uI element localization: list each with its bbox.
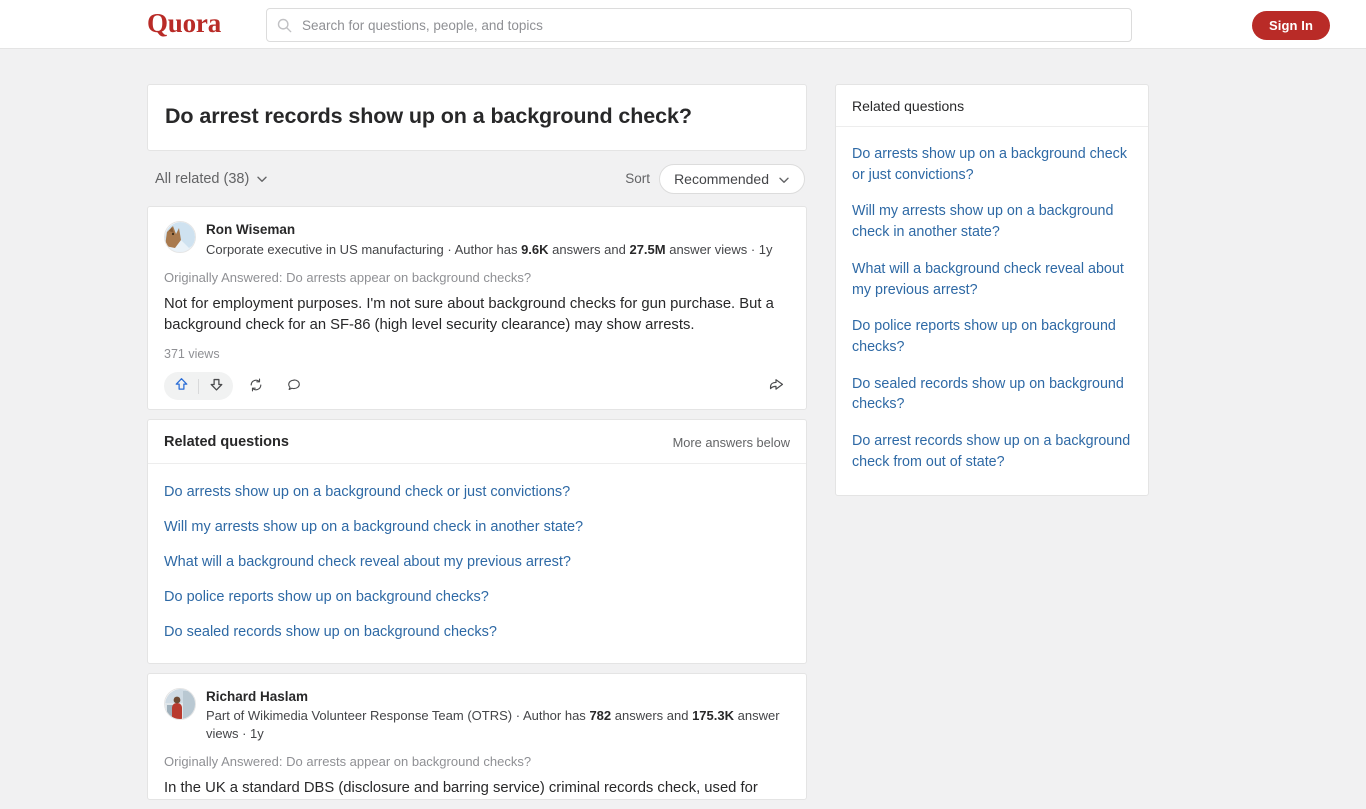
related-question-link[interactable]: Do arrests show up on a background check… — [164, 475, 790, 510]
related-question-link[interactable]: What will a background check reveal abou… — [164, 545, 790, 580]
sidebar-related-question-link[interactable]: Do arrests show up on a background check… — [852, 136, 1132, 193]
author-name[interactable]: Ron Wiseman — [206, 222, 773, 239]
author-row: Ron Wiseman Corporate executive in US ma… — [164, 220, 790, 258]
site-header: Quora Sign In — [0, 0, 1366, 49]
related-question-link[interactable]: Do sealed records show up on background … — [164, 615, 790, 650]
all-related-dropdown[interactable]: All related (38) — [155, 171, 268, 187]
search-input[interactable] — [300, 16, 1121, 34]
sort-label: Sort — [625, 171, 651, 187]
quora-logo[interactable]: Quora — [147, 8, 221, 39]
sidebar-related-question-link[interactable]: Do police reports show up on background … — [852, 308, 1132, 365]
related-questions-card: Related questions More answers below Do … — [147, 419, 807, 664]
avatar[interactable] — [164, 220, 196, 253]
comment-icon — [286, 377, 302, 396]
related-question-link[interactable]: Do police reports show up on background … — [164, 580, 790, 615]
sidebar-related-question-link[interactable]: Will my arrests show up on a background … — [852, 193, 1132, 250]
author-meta: Ron Wiseman Corporate executive in US ma… — [206, 221, 773, 258]
sidebar-related-questions-title: Related questions — [836, 85, 1148, 127]
comment-button[interactable] — [279, 372, 309, 400]
sidebar-related-question-link[interactable]: What will a background check reveal abou… — [852, 251, 1132, 308]
answer-content: Richard Haslam Part of Wikimedia Volunte… — [148, 674, 806, 800]
related-question-link[interactable]: Will my arrests show up on a background … — [164, 510, 790, 545]
avatar[interactable] — [164, 687, 196, 720]
answer-body: Not for employment purposes. I'm not sur… — [164, 296, 774, 334]
sidebar-related-questions-list: Do arrests show up on a background check… — [836, 127, 1148, 495]
vote-pill — [164, 372, 233, 401]
author-credential: Corporate executive in US manufacturing … — [206, 241, 773, 259]
answer-views: 371 views — [164, 347, 220, 362]
sidebar-related-question-link[interactable]: Do arrest records show up on a backgroun… — [852, 423, 1132, 480]
page-title: Do arrest records show up on a backgroun… — [165, 104, 692, 128]
sort-controls: Sort Recommended — [625, 163, 805, 194]
answer-views-count: 27.5M — [629, 241, 666, 257]
sort-value: Recommended — [674, 170, 769, 187]
related-questions-title: Related questions — [164, 434, 289, 451]
main-feed: Do arrest records show up on a backgroun… — [147, 84, 807, 809]
author-credential: Part of Wikimedia Volunteer Response Tea… — [206, 707, 786, 742]
sidebar-related-question-link[interactable]: Do sealed records show up on background … — [852, 366, 1132, 423]
credential-middle: answers and — [611, 708, 693, 724]
all-related-label: All related (38) — [155, 170, 250, 187]
related-questions-list: Do arrests show up on a background check… — [148, 464, 806, 662]
more-answers-below-label[interactable]: More answers below — [673, 435, 790, 450]
author-row: Richard Haslam Part of Wikimedia Volunte… — [164, 687, 790, 743]
answer-card: Ron Wiseman Corporate executive in US ma… — [147, 205, 807, 411]
filter-bar: All related (38) Sort Recommended — [147, 160, 807, 204]
credential-middle: answers and — [548, 241, 630, 257]
sidebar-related-questions-card: Related questions Do arrests show up on … — [835, 84, 1149, 496]
share-button[interactable] — [762, 372, 790, 400]
sign-in-button[interactable]: Sign In — [1251, 11, 1330, 40]
right-sidebar: Related questions Do arrests show up on … — [835, 84, 1149, 505]
repost-icon — [248, 377, 264, 396]
answer-content: Ron Wiseman Corporate executive in US ma… — [148, 207, 806, 409]
answer-actions — [164, 367, 790, 409]
chevron-down-icon — [778, 173, 790, 185]
credential-prefix: Corporate executive in US manufacturing … — [206, 241, 522, 257]
search-bar[interactable] — [266, 8, 1132, 42]
originally-answered: Originally Answered: Do arrests appear o… — [164, 270, 532, 286]
chevron-down-icon — [256, 173, 268, 185]
actions-left — [164, 372, 309, 401]
answer-card: Richard Haslam Part of Wikimedia Volunte… — [147, 672, 807, 801]
credential-prefix: Part of Wikimedia Volunteer Response Tea… — [206, 708, 590, 724]
answer-views-count: 175.3K — [692, 708, 734, 724]
related-questions-header: Related questions More answers below — [148, 420, 806, 465]
upvote-icon — [173, 376, 190, 396]
answers-count: 782 — [589, 708, 612, 724]
credential-suffix: answer views · 1y — [665, 241, 773, 257]
originally-answered: Originally Answered: Do arrests appear o… — [164, 754, 532, 770]
downvote-button[interactable] — [199, 372, 233, 400]
upvote-button[interactable] — [164, 372, 198, 400]
repost-button[interactable] — [241, 372, 271, 400]
sort-dropdown[interactable]: Recommended — [659, 163, 805, 194]
downvote-icon — [208, 376, 225, 396]
author-name[interactable]: Richard Haslam — [206, 689, 786, 706]
share-icon — [768, 376, 785, 396]
page-body: Do arrest records show up on a backgroun… — [0, 49, 1366, 801]
question-card: Do arrest records show up on a backgroun… — [147, 84, 807, 151]
answers-count: 9.6K — [521, 241, 549, 257]
answer-body: In the UK a standard DBS (disclosure and… — [164, 780, 758, 797]
search-icon — [277, 18, 292, 33]
author-meta: Richard Haslam Part of Wikimedia Volunte… — [206, 688, 786, 743]
